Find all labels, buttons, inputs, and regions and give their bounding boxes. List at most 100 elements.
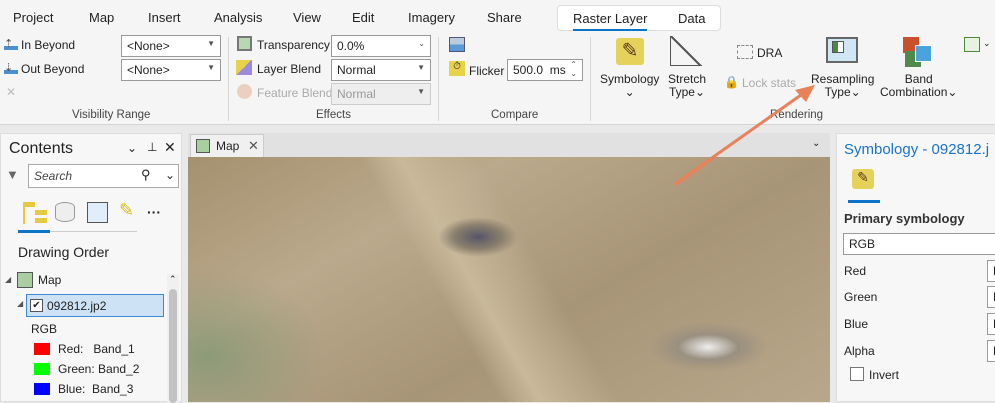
feature-blend-dropdown[interactable]: Normal ▼	[331, 83, 431, 105]
filter-icon[interactable]: ▼	[6, 167, 19, 182]
in-beyond-dropdown[interactable]: <None> ▼	[121, 35, 221, 57]
map-tab-label: Map	[216, 139, 240, 153]
context-tab-group: Raster Layer Data	[557, 5, 721, 31]
ribbon-tabs: Project Map Insert Analysis View Edit Im…	[0, 0, 995, 35]
active-tab-indicator	[848, 200, 880, 203]
primary-symbology-value: RGB	[849, 237, 876, 251]
green-swatch[interactable]	[34, 363, 50, 375]
symbology-pane: Symbology - 092812.j ✎ Primary symbology…	[836, 133, 995, 402]
band-combination-button[interactable]: Band Combination⌄	[880, 73, 957, 99]
band-combination-icon	[903, 37, 933, 67]
drawing-order-heading: Drawing Order	[18, 244, 110, 260]
pane-options-icon[interactable]: ⌄	[127, 141, 137, 155]
layer-row-selected[interactable]: ✔ 092812.jp2	[26, 294, 164, 317]
tab-edit[interactable]: Edit	[352, 10, 374, 25]
contents-pane: Contents ⌄ ⊥ ✕ ▼ Search ⚲ ⌄ ✎ ··· Drawin…	[0, 133, 182, 403]
search-input[interactable]: Search ⚲ ⌄	[28, 164, 179, 188]
tab-data[interactable]: Data	[678, 11, 705, 26]
transparency-label: Transparency	[257, 38, 330, 52]
invert-checkbox[interactable]	[850, 367, 864, 381]
contents-title: Contents	[9, 140, 74, 157]
tab-project[interactable]: Project	[13, 10, 53, 25]
scroll-up-icon[interactable]: ⌃	[169, 274, 177, 285]
tab-raster-layer[interactable]: Raster Layer	[573, 11, 648, 31]
band-label: Band	[904, 72, 933, 86]
tab-insert[interactable]: Insert	[148, 10, 181, 25]
scroll-thumb[interactable]	[169, 289, 177, 403]
tab-share[interactable]: Share	[487, 10, 522, 25]
transparency-value: 0.0%	[337, 39, 365, 53]
expand-map-icon[interactable]: ◢	[5, 275, 11, 284]
annotation-arrow-head	[674, 85, 815, 186]
annotation-arrow	[674, 157, 718, 187]
map-node-label[interactable]: Map	[38, 273, 61, 287]
stretch-type-icon	[670, 36, 702, 66]
layer-visibility-checkbox[interactable]: ✔	[30, 299, 43, 312]
list-by-drawing-order-icon[interactable]	[23, 202, 49, 224]
primary-symbology-tab-icon[interactable]: ✎	[852, 169, 874, 189]
layer-blend-icon	[236, 60, 252, 75]
clear-range-icon[interactable]: ✕	[6, 85, 16, 99]
contents-scrollbar[interactable]: ⌃	[167, 274, 179, 403]
transparency-input[interactable]: 0.0% ⌄	[331, 35, 431, 57]
dra-icon	[737, 45, 753, 59]
list-by-selection-icon[interactable]	[87, 202, 108, 223]
ribbon: ⇡ In Beyond ⇣ Out Beyond ✕ <None> ▼ <None…	[0, 33, 995, 125]
red-swatch[interactable]	[34, 343, 50, 355]
layer-blend-label: Layer Blend	[257, 62, 322, 76]
layer-name: 092812.jp2	[47, 299, 107, 313]
blue-label: Blue	[844, 317, 869, 331]
alpha-band-dropdown[interactable]: N	[987, 340, 995, 362]
flicker-input[interactable]: 500.0 ms ⌃ ⌄	[507, 59, 583, 81]
invert-label: Invert	[869, 368, 900, 382]
band-label: Red: Band_1	[58, 342, 135, 356]
map-canvas[interactable]	[188, 157, 830, 402]
tab-analysis[interactable]: Analysis	[214, 10, 262, 25]
search-icon[interactable]: ⚲	[141, 167, 151, 183]
dra-button[interactable]: DRA	[757, 46, 782, 60]
map-tab-icon	[196, 139, 210, 153]
primary-symbology-dropdown[interactable]: RGB	[843, 233, 995, 255]
alpha-label: Alpha	[844, 344, 875, 358]
mask-icon[interactable]	[964, 37, 980, 52]
out-beyond-dropdown[interactable]: <None> ▼	[121, 59, 221, 81]
in-beyond-value: <None>	[127, 39, 170, 53]
mask-dropdown-icon[interactable]: ⌄	[983, 38, 991, 49]
expand-layer-icon[interactable]: ◢	[17, 299, 23, 308]
primary-symbology-heading: Primary symbology	[844, 211, 965, 226]
out-beyond-label[interactable]: Out Beyond	[21, 62, 84, 76]
active-view-indicator	[18, 230, 50, 233]
feature-blend-label: Feature Blend	[257, 86, 333, 100]
pin-icon[interactable]: ⊥	[147, 140, 157, 154]
tab-view[interactable]: View	[293, 10, 321, 25]
transparency-icon	[237, 36, 252, 51]
blue-band-dropdown[interactable]: B	[987, 313, 995, 335]
rgb-label: RGB	[31, 322, 58, 336]
layer-blend-dropdown[interactable]: Normal ▼	[331, 59, 431, 81]
in-beyond-icon: ⇡	[4, 37, 18, 50]
blue-swatch[interactable]	[34, 383, 50, 395]
group-effects: Effects	[316, 109, 351, 121]
symbology-button[interactable]: Symbology ⌄	[600, 73, 659, 99]
tab-map[interactable]: Map	[89, 10, 114, 25]
in-beyond-label[interactable]: In Beyond	[21, 38, 75, 52]
map-view-tab[interactable]: Map ✕	[190, 134, 264, 157]
tab-imagery[interactable]: Imagery	[408, 10, 455, 25]
green-band-dropdown[interactable]: B	[987, 286, 995, 308]
close-map-tab-icon[interactable]: ✕	[248, 138, 259, 154]
red-band-dropdown[interactable]: B	[987, 260, 995, 282]
close-icon[interactable]: ✕	[164, 139, 176, 156]
search-dropdown-icon[interactable]: ⌄	[165, 168, 175, 182]
list-by-editing-icon[interactable]: ✎	[119, 200, 134, 221]
swipe-icon[interactable]	[449, 37, 465, 52]
list-by-source-icon[interactable]	[55, 202, 75, 222]
symbology-label: Symbology	[600, 72, 660, 86]
flicker-icon: ⏱	[449, 61, 465, 76]
flicker-value: 500.0 ms	[513, 63, 566, 77]
green-label: Green	[844, 290, 878, 304]
out-beyond-icon: ⇣	[4, 61, 18, 74]
band-label-2: Combination	[880, 85, 948, 99]
out-beyond-value: <None>	[127, 63, 170, 77]
more-icon[interactable]: ···	[147, 204, 161, 220]
group-compare: Compare	[491, 109, 539, 121]
